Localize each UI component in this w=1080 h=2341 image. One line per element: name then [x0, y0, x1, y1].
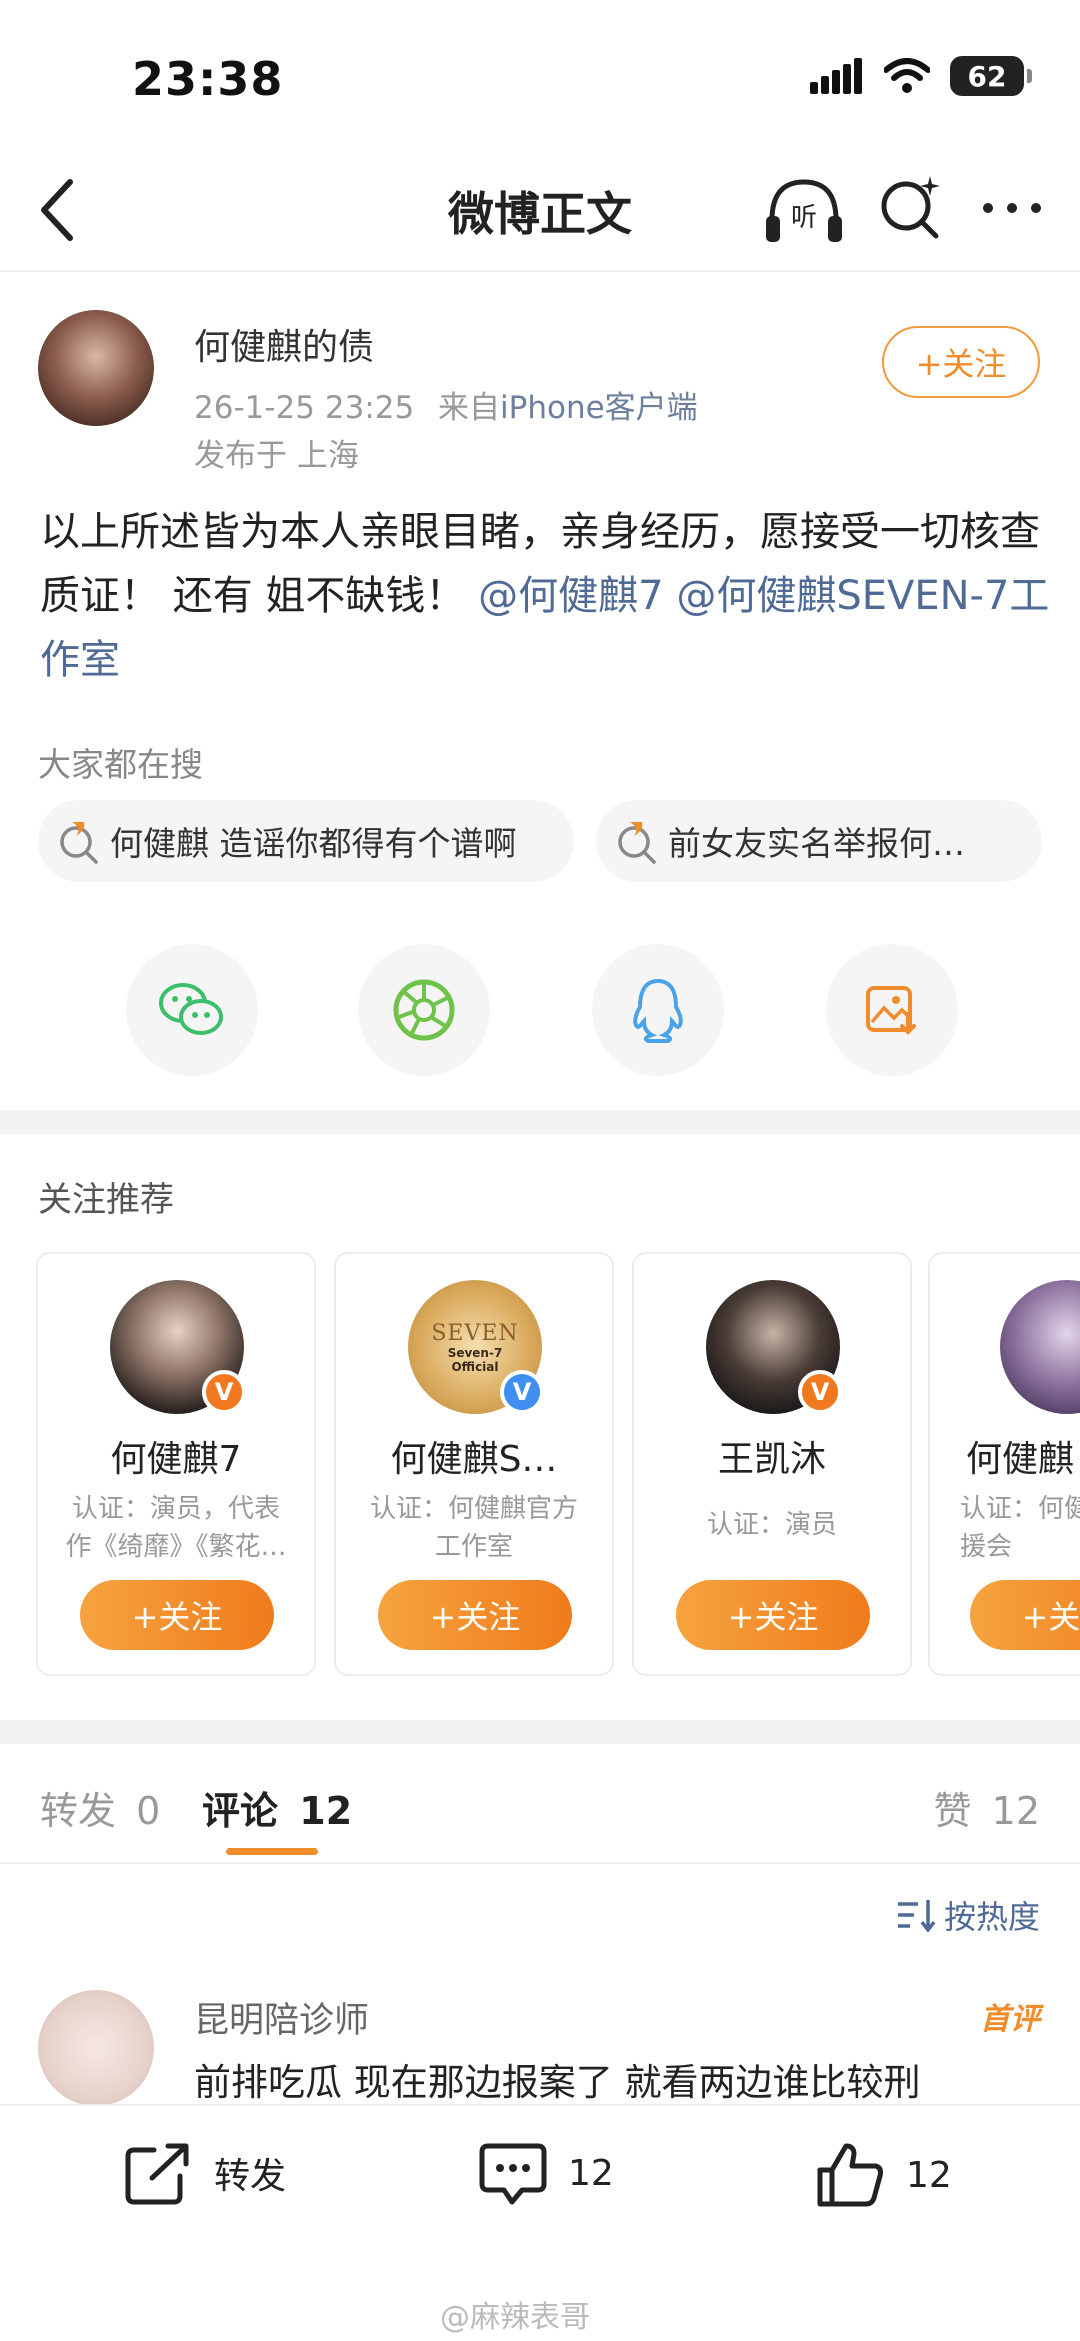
- share-qq-button[interactable]: [592, 944, 724, 1076]
- verified-badge-icon: V: [500, 1370, 544, 1414]
- like-count: 12: [906, 2154, 952, 2196]
- recommend-name[interactable]: 王凯沐: [634, 1430, 910, 1482]
- tab-comments[interactable]: 评论 12: [202, 1780, 352, 1835]
- first-comment-badge: 首评: [980, 2002, 1040, 2037]
- sort-icon: [897, 1900, 936, 1932]
- recommend-follow-button[interactable]: +关注: [970, 1580, 1080, 1650]
- hot-search-chip[interactable]: 何健麒 造谣你都得有个谱啊: [38, 800, 574, 882]
- recommend-follow-button[interactable]: +关注: [80, 1580, 274, 1650]
- save-image-icon: [866, 986, 916, 1035]
- active-tab-indicator: [226, 1848, 318, 1855]
- tab-repost[interactable]: 转发 0: [40, 1780, 160, 1835]
- repost-label: 转发: [214, 2156, 287, 2197]
- hot-search-chip[interactable]: 前女友实名举报何…: [596, 800, 1042, 882]
- tab-comments-count: 12: [299, 1789, 353, 1833]
- section-separator: [0, 1110, 1080, 1134]
- recommend-heading: 关注推荐: [38, 1180, 174, 1220]
- save-image-button[interactable]: [826, 944, 958, 1076]
- sort-button[interactable]: 按热度: [896, 1892, 1040, 1938]
- commenter-name[interactable]: 昆明陪诊师: [194, 1992, 369, 2043]
- verified-badge-icon: V: [202, 1370, 246, 1414]
- search-icon[interactable]: [874, 170, 946, 242]
- commenter-avatar[interactable]: [38, 1990, 154, 2106]
- post-source[interactable]: iPhone客户端: [500, 390, 698, 426]
- recommend-card[interactable]: 何健麒 认证：何健麒粉丝后援会 +关注: [928, 1252, 1080, 1676]
- tab-repost-label: 转发: [40, 1789, 117, 1833]
- recommend-name[interactable]: 何健麒7: [38, 1430, 314, 1482]
- share-wechat-button[interactable]: [126, 944, 258, 1076]
- signal-icon: [810, 58, 862, 94]
- moments-icon: [393, 979, 455, 1041]
- tab-divider: [0, 1862, 1080, 1864]
- hot-search-heading: 大家都在搜: [38, 745, 203, 784]
- recommend-follow-button[interactable]: +关注: [378, 1580, 572, 1650]
- post-source-prefix: 来自: [438, 390, 501, 426]
- mention-link[interactable]: @何健麒7: [478, 573, 663, 619]
- listen-label: 听: [791, 203, 817, 233]
- comment-icon: [479, 2143, 547, 2205]
- section-separator: [0, 1720, 1080, 1744]
- tab-repost-count: 0: [136, 1789, 161, 1833]
- recommend-follow-button[interactable]: +关注: [676, 1580, 870, 1650]
- author-avatar[interactable]: [38, 310, 154, 426]
- recommend-desc: 认证：何健麒官方工作室: [369, 1494, 578, 1562]
- hot-search-icon: [60, 822, 98, 864]
- status-indicators: 62: [810, 56, 1032, 96]
- recommend-desc: 认证：演员: [706, 1510, 837, 1540]
- tab-likes-count: 12: [991, 1789, 1040, 1833]
- recommend-name[interactable]: 何健麒S…: [336, 1430, 612, 1482]
- recommend-name[interactable]: 何健麒: [966, 1430, 1080, 1482]
- battery-indicator: 62: [950, 56, 1032, 96]
- qq-icon: [633, 978, 683, 1043]
- hot-search-text: 前女友实名举报何…: [668, 824, 965, 863]
- headphones-icon: 听: [766, 179, 842, 242]
- watermark: @麻辣表哥: [440, 2300, 590, 2335]
- recommend-card[interactable]: V 何健麒7 认证：演员，代表作《绮靡》《繁花… +关注: [36, 1252, 316, 1676]
- status-time: 23:38: [132, 52, 284, 106]
- tab-comments-label: 评论: [202, 1789, 279, 1833]
- avatar-logo-subtext: Seven-7 Official: [447, 1345, 503, 1374]
- wechat-icon: [159, 983, 223, 1035]
- recommend-desc: 认证：何健麒粉丝后援会: [960, 1494, 1080, 1562]
- share-icon: [125, 2143, 189, 2205]
- hot-search-icon: [618, 822, 656, 864]
- verified-badge-icon: V: [798, 1370, 842, 1414]
- hot-search-text: 何健麒 造谣你都得有个谱啊: [110, 824, 517, 863]
- sort-label: 按热度: [943, 1898, 1040, 1936]
- listen-button[interactable]: 听: [764, 176, 844, 246]
- recommend-card[interactable]: SEVEN Seven-7 Official V 何健麒S… 认证：何健麒官方工…: [334, 1252, 614, 1676]
- comment-button[interactable]: 12: [478, 2140, 614, 2206]
- tab-likes[interactable]: 赞 12: [934, 1780, 1040, 1835]
- post-location: 发布于 上海: [194, 438, 359, 474]
- follow-button[interactable]: +关注: [882, 326, 1040, 398]
- recommend-avatar[interactable]: [1000, 1280, 1080, 1414]
- thumbs-up-icon: [817, 2143, 883, 2207]
- avatar-logo-text: SEVEN: [431, 1320, 519, 1346]
- post-meta: 26-1-25 23:25 来自iPhone客户端: [194, 382, 698, 427]
- author-name[interactable]: 何健麒的债: [194, 318, 374, 370]
- recommend-card[interactable]: V 王凯沐 认证：演员 +关注: [632, 1252, 912, 1676]
- wifi-icon: [884, 58, 930, 93]
- more-icon[interactable]: [976, 188, 1048, 228]
- comment-count: 12: [568, 2152, 614, 2194]
- repost-button[interactable]: 转发: [124, 2140, 286, 2206]
- post-timestamp: 26-1-25 23:25: [194, 390, 415, 426]
- tab-likes-label: 赞: [933, 1789, 972, 1833]
- share-moments-button[interactable]: [358, 944, 490, 1076]
- post-text: 以上所述皆为本人亲眼目睹，亲身经历，愿接受一切核查质证！ 还有 姐不缺钱！ @何…: [40, 500, 1050, 692]
- comment-text: 前排吃瓜 现在那边报案了 就看两边谁比较刑: [194, 2061, 921, 2104]
- nav-divider: [0, 270, 1080, 272]
- recommend-desc: 认证：演员，代表作《绮靡》《繁花…: [65, 1494, 287, 1562]
- like-button[interactable]: 12: [816, 2140, 952, 2210]
